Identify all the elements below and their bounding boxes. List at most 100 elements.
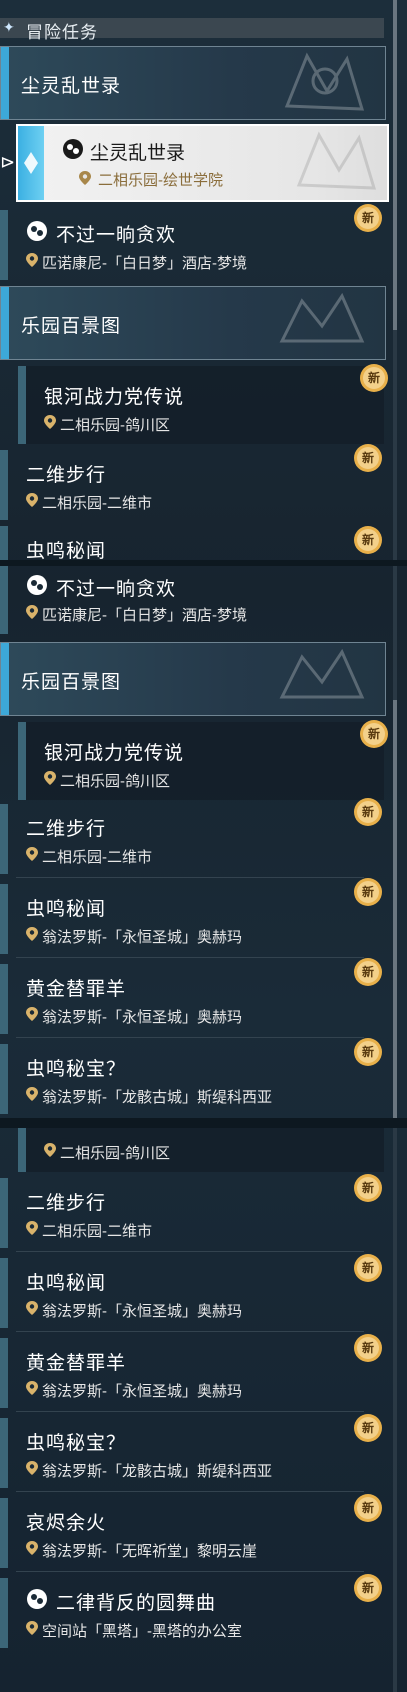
new-badge: 新 [352, 202, 384, 234]
location-pin-icon [26, 253, 38, 267]
task-name: 虫鸣秘宝？ [26, 1433, 127, 1454]
category-accent [1, 643, 9, 715]
task-name: 虫鸣秘闻 [26, 899, 107, 920]
task-location: 翁法罗斯-「永恒圣城」奥赫玛 [42, 1303, 242, 1320]
task-item[interactable]: 二维步行 二相乐园-二维市 新 [0, 444, 384, 524]
new-badge: 新 [352, 1252, 384, 1284]
task-location: 翁法罗斯-「永恒圣城」奥赫玛 [42, 1009, 242, 1026]
task-name: 银河战力党传说 [44, 387, 185, 408]
row-divider [16, 1251, 364, 1252]
task-indicator [0, 1178, 8, 1248]
task-item[interactable]: 虫鸣秘宝？ 翁法罗斯-「龙骸古城」斯缇科西亚 新 [0, 1038, 384, 1118]
divider [0, 1118, 407, 1128]
task-location: 二相乐园-二维市 [42, 849, 152, 866]
section-header: ✦ 冒险任务 [0, 18, 384, 42]
task-name: 黄金替罪羊 [26, 1353, 127, 1374]
new-badge: 新 [352, 1412, 384, 1444]
task-indicator [0, 1578, 8, 1648]
row-divider [16, 1491, 364, 1492]
task-indicator [0, 210, 8, 280]
location-pin-icon [26, 847, 38, 861]
location-pin-icon [26, 1301, 38, 1315]
new-badge: 新 [352, 1172, 384, 1204]
category-emblem-icon [279, 292, 365, 343]
task-location: 二相乐园-鸽川区 [60, 773, 170, 790]
location-pin-icon [26, 1621, 38, 1635]
location-pin-icon [26, 1461, 38, 1475]
new-badge: 新 [352, 524, 384, 556]
row-divider [16, 1571, 364, 1572]
task-indicator [0, 964, 8, 1034]
task-name: 二律背反的圆舞曲 [56, 1593, 217, 1614]
task-item[interactable]: 哀烬余火 翁法罗斯-「无晖祈堂」黎明云崖 新 [0, 1494, 384, 1572]
task-item[interactable]: 黄金替罪羊 翁法罗斯-「永恒圣城」奥赫玛 新 [0, 1334, 384, 1412]
task-name: 虫鸣秘宝？ [26, 1059, 127, 1080]
scrollbar-thumb[interactable] [393, 700, 397, 1120]
task-location: 翁法罗斯-「龙骸古城」斯缇科西亚 [42, 1089, 272, 1106]
category-header[interactable]: 尘灵乱世录 [0, 46, 386, 120]
task-indicator [0, 884, 8, 954]
task-location: 翁法罗斯-「无晖祈堂」黎明云崖 [42, 1543, 257, 1560]
task-name: 不过一晌贪欢 [56, 225, 177, 246]
task-location: 匹诺康尼-「白日梦」酒店-梦境 [42, 607, 247, 624]
location-pin-icon [44, 771, 56, 785]
task-location: 二相乐园-二维市 [42, 1223, 152, 1240]
new-badge: 新 [352, 956, 384, 988]
category-header[interactable]: 乐园百景图 [0, 286, 386, 360]
task-item[interactable]: 虫鸣秘闻 翁法罗斯-「永恒圣城」奥赫玛 新 [0, 1254, 384, 1332]
task-item[interactable]: 二律背反的圆舞曲 空间站「黑塔」-黑塔的办公室 新 [0, 1574, 384, 1652]
task-name: 虫鸣秘闻 [26, 1273, 107, 1294]
task-item[interactable]: 虫鸣秘宝？ 翁法罗斯-「龙骸古城」斯缇科西亚 新 [0, 1414, 384, 1492]
location-pin-icon [79, 171, 91, 185]
row-divider [16, 877, 364, 878]
task-indicator [0, 1498, 8, 1568]
location-pin-icon [26, 1381, 38, 1395]
category-accent [1, 287, 9, 359]
subtask-item[interactable]: 银河战力党传说 二相乐园-鸽川区 新 [0, 364, 388, 444]
task-location: 二相乐园-鸽川区 [60, 1145, 170, 1162]
task-item[interactable]: 不过一晌贪欢 匹诺康尼-「白日梦」酒店-梦境 新 [0, 204, 384, 284]
row-divider [16, 957, 364, 958]
task-item[interactable]: 不过一晌贪欢 匹诺康尼-「白日梦」酒店-梦境 [0, 566, 384, 638]
location-pin-icon [44, 1143, 56, 1157]
subtask-item[interactable]: 银河战力党传说 二相乐园-鸽川区 新 [0, 720, 388, 800]
section-title: 冒险任务 [26, 23, 98, 42]
location-pin-icon [26, 605, 38, 619]
task-name: 二维步行 [26, 819, 107, 840]
task-location: 二相乐园-二维市 [42, 495, 152, 512]
selected-task-card[interactable]: 尘灵乱世录 二相乐园-绘世学院 [16, 124, 389, 202]
new-badge: 新 [352, 1492, 384, 1524]
category-header[interactable]: 乐园百景图 [0, 642, 386, 716]
task-indicator [18, 1128, 26, 1172]
quest-type-icon [27, 575, 47, 595]
task-item[interactable]: 二维步行 二相乐园-二维市 新 [0, 798, 384, 878]
new-badge: 新 [352, 1332, 384, 1364]
category-emblem-icon [284, 52, 365, 111]
task-location: 翁法罗斯-「永恒圣城」奥赫玛 [42, 1383, 242, 1400]
row-divider [16, 1331, 364, 1332]
task-item[interactable]: 黄金替罪羊 翁法罗斯-「永恒圣城」奥赫玛 新 [0, 958, 384, 1038]
task-name: 二维步行 [26, 465, 107, 486]
new-badge: 新 [352, 876, 384, 908]
category-title: 乐园百景图 [21, 672, 122, 693]
task-location: 匹诺康尼-「白日梦」酒店-梦境 [42, 255, 247, 272]
category-title: 乐园百景图 [21, 316, 122, 337]
scrollbar-thumb[interactable] [393, 0, 397, 330]
task-item[interactable]: 二维步行 二相乐园-二维市 新 [0, 1174, 384, 1252]
task-item[interactable]: 虫鸣秘闻 新 [0, 522, 384, 562]
location-pin-icon [26, 1007, 38, 1021]
task-item[interactable]: 虫鸣秘闻 翁法罗斯-「永恒圣城」奥赫玛 新 [0, 878, 384, 958]
task-indicator [0, 1258, 8, 1328]
quest-type-icon [27, 1589, 47, 1609]
mission-icon: ✦ [3, 19, 15, 35]
task-indicator [0, 804, 8, 874]
quest-type-icon [27, 221, 47, 241]
task-location: 翁法罗斯-「永恒圣城」奥赫玛 [42, 929, 242, 946]
category-emblem-icon [279, 648, 365, 699]
task-name: 哀烬余火 [26, 1513, 107, 1534]
new-badge: 新 [352, 1572, 384, 1604]
task-location: 二相乐园-鸽川区 [60, 417, 170, 434]
row-divider [16, 1411, 364, 1412]
new-badge: 新 [352, 1036, 384, 1068]
subtask-item[interactable]: 二相乐园-鸽川区 [0, 1128, 384, 1172]
